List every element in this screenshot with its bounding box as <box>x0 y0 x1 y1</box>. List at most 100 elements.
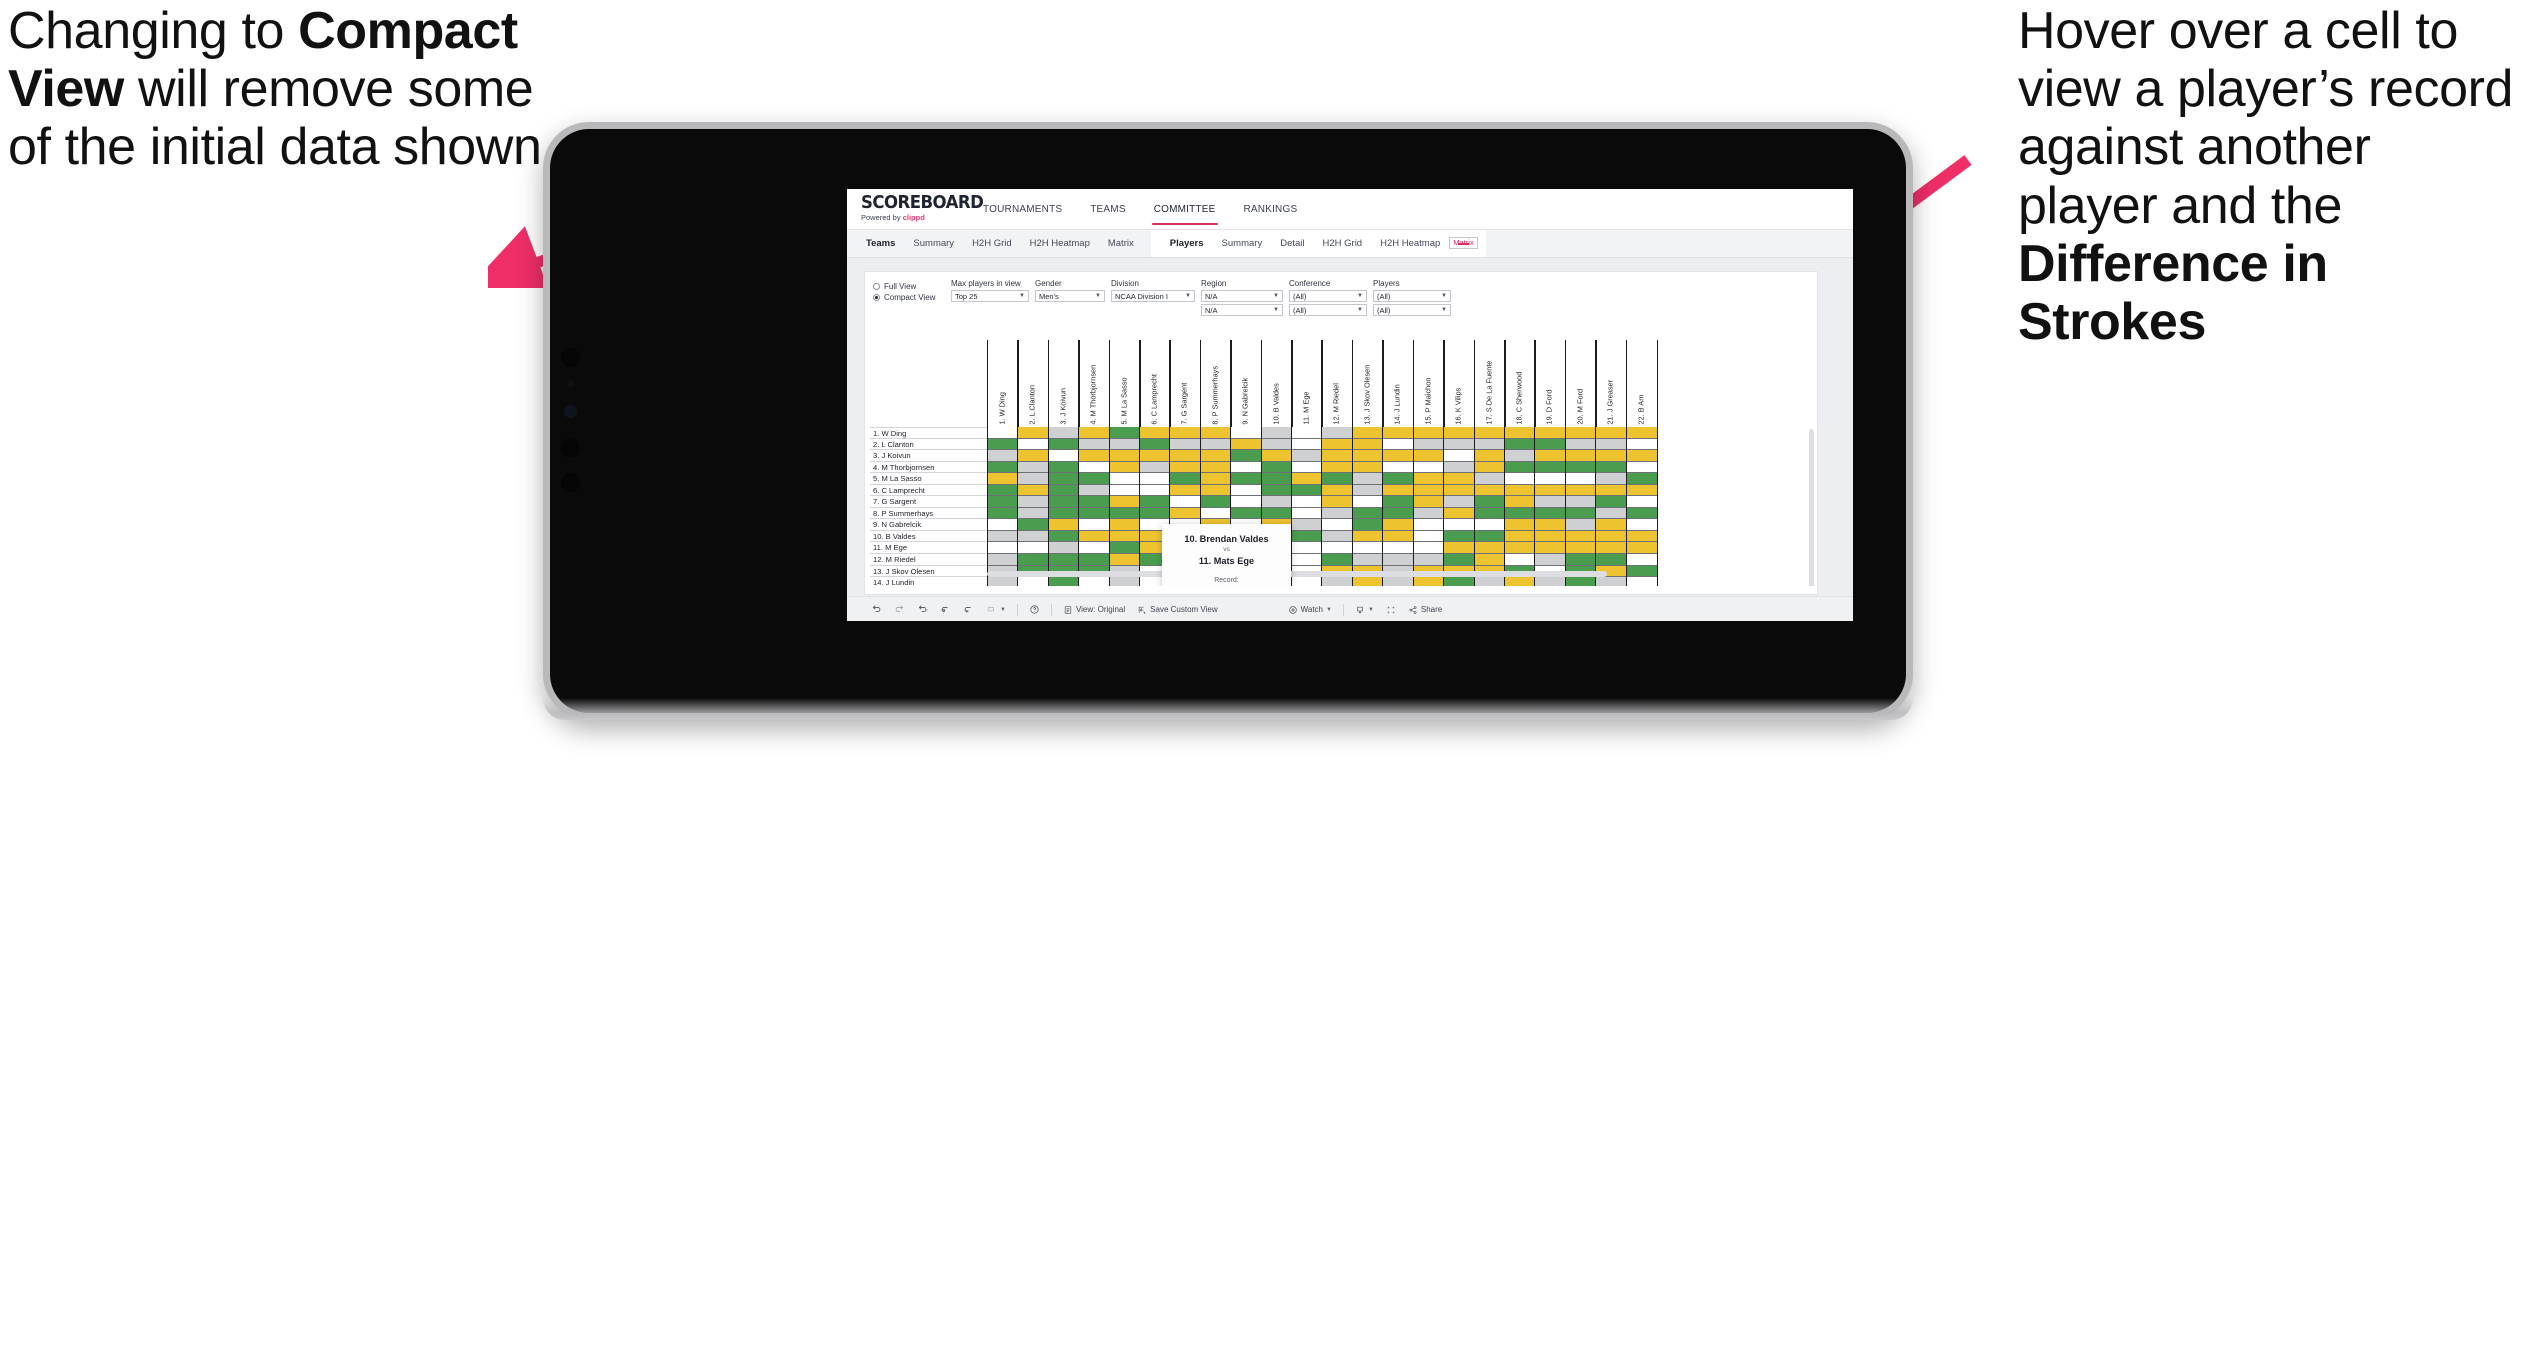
tab-matrix[interactable]: Matrix <box>1449 236 1478 249</box>
filter-select-region-secondary[interactable]: N/A ▼ <box>1201 304 1283 316</box>
matrix-cell[interactable] <box>1292 450 1323 462</box>
matrix-cell[interactable] <box>1535 577 1566 586</box>
matrix-cell[interactable] <box>1109 542 1140 555</box>
filter-select-players[interactable]: (All) ▼ <box>1373 290 1451 302</box>
matrix-cell[interactable] <box>1626 427 1657 439</box>
matrix-cell[interactable] <box>1535 519 1566 531</box>
matrix-row-label[interactable]: 2. L Clanton <box>870 439 987 451</box>
matrix-cell[interactable] <box>1261 461 1292 474</box>
matrix-cell[interactable] <box>1413 496 1444 508</box>
matrix-cell[interactable] <box>1565 438 1596 451</box>
matrix-cell[interactable] <box>1474 530 1505 543</box>
matrix-cell[interactable] <box>988 484 1018 497</box>
matrix-cell[interactable] <box>1626 519 1657 531</box>
matrix-row-label[interactable]: 5. M La Sasso <box>870 473 987 485</box>
matrix-cell[interactable] <box>1626 554 1657 566</box>
matrix-cell[interactable] <box>1048 530 1079 543</box>
matrix-cell[interactable] <box>1474 542 1505 555</box>
matrix-cell[interactable] <box>1292 427 1323 439</box>
matrix-cell[interactable] <box>988 530 1018 543</box>
matrix-cell[interactable] <box>1261 450 1292 462</box>
matrix-column-header[interactable]: 12. M Riedel <box>1321 340 1354 427</box>
matrix-cell[interactable] <box>1261 496 1292 508</box>
matrix-cell[interactable] <box>1626 473 1657 485</box>
matrix-cell[interactable] <box>1079 507 1110 520</box>
matrix-cell[interactable] <box>1504 519 1535 531</box>
matrix-cell[interactable] <box>1626 565 1657 578</box>
matrix-cell[interactable] <box>1383 530 1414 543</box>
matrix-cell[interactable] <box>1504 496 1535 508</box>
filter-select-division[interactable]: NCAA Division I ▼ <box>1111 290 1195 302</box>
matrix-cell[interactable] <box>1383 519 1414 531</box>
matrix-cell[interactable] <box>1596 542 1627 555</box>
matrix-cell[interactable] <box>1261 427 1292 439</box>
matrix-cell[interactable] <box>1535 427 1566 439</box>
matrix-cell[interactable] <box>1444 450 1475 462</box>
tab-h2h-grid[interactable]: H2H Grid <box>963 230 1021 257</box>
matrix-column-header[interactable]: 9. N Gabrelcik <box>1230 340 1263 427</box>
matrix-cell[interactable] <box>1474 473 1505 485</box>
matrix-cell[interactable] <box>1504 438 1535 451</box>
matrix-cell[interactable] <box>1596 438 1627 451</box>
matrix-cell[interactable] <box>1565 427 1596 439</box>
matrix-cell[interactable] <box>1413 507 1444 520</box>
matrix-cell[interactable] <box>1413 530 1444 543</box>
matrix-cell[interactable] <box>1565 530 1596 543</box>
matrix-cell[interactable] <box>1474 484 1505 497</box>
matrix-cell[interactable] <box>1200 438 1231 451</box>
matrix-cell[interactable] <box>1109 496 1140 508</box>
matrix-cell[interactable] <box>1140 438 1171 451</box>
matrix-column-header[interactable]: 20. M Ford <box>1564 340 1597 427</box>
matrix-column-header[interactable]: 14. J Lundin <box>1382 340 1415 427</box>
matrix-cell[interactable] <box>1504 507 1535 520</box>
matrix-column-header[interactable]: 8. P Summerhays <box>1199 340 1232 427</box>
matrix-cell[interactable] <box>1352 530 1383 543</box>
tab-summary[interactable]: Summary <box>904 230 963 257</box>
matrix-cell[interactable] <box>1140 427 1171 439</box>
matrix-cell[interactable] <box>1048 507 1079 520</box>
matrix-cell[interactable] <box>1109 427 1140 439</box>
matrix-cell[interactable] <box>1352 577 1383 586</box>
matrix-cell[interactable] <box>1383 577 1414 586</box>
matrix-cell[interactable] <box>1352 519 1383 531</box>
matrix-cell[interactable] <box>1383 484 1414 497</box>
matrix-cell[interactable] <box>1109 438 1140 451</box>
matrix-cell[interactable] <box>1626 438 1657 451</box>
matrix-cell[interactable] <box>1018 496 1049 508</box>
matrix-cell[interactable] <box>1231 427 1262 439</box>
matrix-cell[interactable] <box>1474 438 1505 451</box>
matrix-cell[interactable] <box>1140 473 1171 485</box>
help-icon[interactable] <box>1023 597 1046 621</box>
matrix-cell[interactable] <box>1292 484 1323 497</box>
matrix-cell[interactable] <box>1322 577 1353 586</box>
matrix-column-header[interactable]: 21. J Greaser <box>1595 340 1628 427</box>
matrix-cell[interactable] <box>1626 450 1657 462</box>
matrix-cell[interactable] <box>1231 473 1262 485</box>
matrix-column-header[interactable]: 19. D Ford <box>1534 340 1567 427</box>
matrix-cell[interactable] <box>1352 496 1383 508</box>
matrix-cell[interactable] <box>1231 450 1262 462</box>
matrix-column-header[interactable]: 22. B Am <box>1625 340 1658 427</box>
matrix-cell[interactable] <box>1596 519 1627 531</box>
matrix-cell[interactable] <box>988 461 1018 474</box>
matrix-cell[interactable] <box>1079 542 1110 555</box>
matrix-cell[interactable] <box>1352 461 1383 474</box>
pause-icon[interactable] <box>957 597 980 621</box>
matrix-cell[interactable] <box>1352 438 1383 451</box>
matrix-cell[interactable] <box>1018 542 1049 555</box>
matrix-cell[interactable] <box>1596 530 1627 543</box>
revert-icon[interactable] <box>911 597 934 621</box>
matrix-cell[interactable] <box>1504 542 1535 555</box>
matrix-cell[interactable] <box>1109 484 1140 497</box>
matrix-cell[interactable] <box>1140 496 1171 508</box>
watch-button[interactable]: Watch ▼ <box>1282 597 1338 621</box>
matrix-cell[interactable] <box>1109 554 1140 566</box>
matrix-cell[interactable] <box>1444 577 1475 586</box>
matrix-cell[interactable] <box>1322 484 1353 497</box>
view-mode-radio-group[interactable]: Full View Compact View <box>873 279 951 303</box>
matrix-cell[interactable] <box>1140 507 1171 520</box>
filter-select-players-secondary[interactable]: (All) ▼ <box>1373 304 1451 316</box>
tab-h2h-grid[interactable]: H2H Grid <box>1314 230 1372 257</box>
matrix-cell[interactable] <box>1444 438 1475 451</box>
matrix-cell[interactable] <box>1444 519 1475 531</box>
